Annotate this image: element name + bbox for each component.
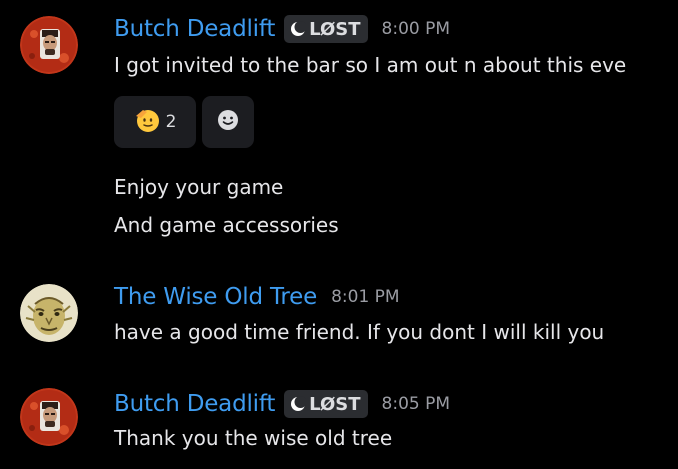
timestamp[interactable]: 8:05 PM (382, 394, 451, 414)
add-reaction-button[interactable] (202, 96, 254, 148)
message-text: have a good time friend. If you dont I w… (114, 320, 605, 344)
message-header: The Wise Old Tree 8:01 PM (114, 282, 400, 312)
username[interactable]: Butch Deadlift (114, 16, 275, 42)
user-avatar-icon (20, 284, 78, 342)
timestamp[interactable]: 8:00 PM (382, 19, 451, 39)
saluting-face-icon (134, 107, 160, 137)
avatar[interactable] (20, 16, 78, 74)
message-text: Thank you the wise old tree (114, 426, 393, 450)
avatar[interactable] (20, 284, 78, 342)
guild-tag-label: LØST (309, 18, 361, 40)
username[interactable]: The Wise Old Tree (114, 284, 317, 310)
reaction-saluting-face[interactable]: 2 (114, 96, 196, 148)
guild-tag[interactable]: LØST (284, 390, 368, 418)
message-header: Butch Deadlift LØST 8:00 PM (114, 14, 450, 44)
username[interactable]: Butch Deadlift (114, 391, 275, 417)
reactions-bar: 2 (114, 96, 254, 148)
user-avatar-icon (20, 16, 78, 74)
add-reaction-icon (216, 108, 240, 136)
timestamp[interactable]: 8:01 PM (331, 287, 400, 307)
moon-icon (290, 396, 307, 412)
guild-tag-label: LØST (309, 393, 361, 415)
moon-icon (290, 21, 307, 37)
guild-tag[interactable]: LØST (284, 15, 368, 43)
avatar[interactable] (20, 388, 78, 446)
reaction-count: 2 (165, 112, 177, 132)
message-header: Butch Deadlift LØST 8:05 PM (114, 389, 450, 419)
message-text: I got invited to the bar so I am out n a… (114, 53, 627, 77)
message-text: Enjoy your game (114, 175, 284, 199)
user-avatar-icon (20, 388, 78, 446)
message-text: And game accessories (114, 213, 339, 237)
